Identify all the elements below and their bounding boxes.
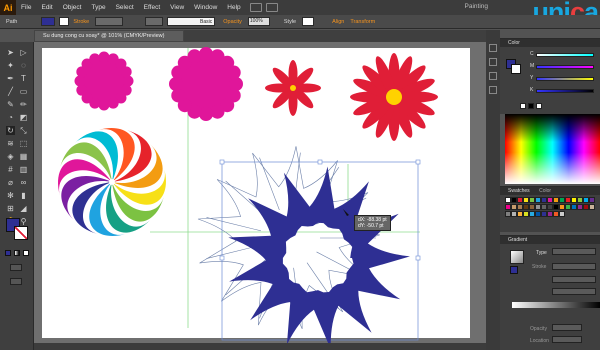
gradient-opacity-label: Opacity [530,326,547,332]
channel-y-slider[interactable] [536,77,594,81]
gradient-ratio-field[interactable] [552,288,596,295]
channel-y-label: Y [530,75,534,81]
channel-k-slider[interactable] [536,89,594,93]
illustrator-window: Ai File Edit Object Type Select Effect V… [0,0,600,350]
swatches-panel-tabs: Swatches Color [500,187,600,195]
none-swatch[interactable] [520,103,526,109]
panel-dock-icon-4[interactable] [489,86,497,94]
black-swatch[interactable] [528,103,534,109]
color-guide-tab[interactable]: Color [539,188,551,194]
swatch-grid[interactable] [505,197,600,231]
gradient-slider[interactable] [512,302,600,308]
gradient-location-label: Location [530,338,549,344]
transform-readout: dX: -88.38 pt dY: -50.7 pt [354,215,391,231]
status-bar [34,343,486,350]
color-spectrum[interactable] [505,114,600,184]
gradient-panel: Gradient Type Stroke Opacity Location [500,235,600,350]
gradient-stroke-field[interactable] [552,263,596,270]
swatch[interactable] [559,211,565,217]
swatches-tab[interactable]: Swatches [508,188,530,194]
channel-k-label: K [530,87,534,93]
channel-m-label: M [530,63,535,69]
panel-dock-icon-2[interactable] [489,58,497,66]
gradient-type-select[interactable] [552,248,596,255]
gradient-location-field[interactable] [552,336,582,343]
spiky-ring [228,166,410,350]
dy-readout: dY: -50.7 pt [358,223,384,229]
rainbow-spiral [58,128,166,236]
gradient-fill-box[interactable] [510,266,518,274]
white-swatch[interactable] [536,103,542,109]
color-stroke-box[interactable] [511,64,521,74]
gradient-angle-field[interactable] [552,276,596,283]
gradient-stroke-label: Stroke [532,264,547,270]
color-panel-tab[interactable]: Color [500,39,600,47]
scalloped-circle-large [169,47,243,121]
red-flower-large [350,53,438,141]
swatch[interactable] [589,197,595,203]
channel-c-label: C [530,51,534,57]
panel-dock-icon-1[interactable] [489,44,497,52]
channel-c-slider[interactable] [536,53,594,57]
red-flower-small [265,60,321,116]
channel-m-slider[interactable] [536,65,594,69]
gradient-opacity-field[interactable] [552,324,582,331]
gradient-panel-tab[interactable]: Gradient [500,236,600,244]
swatch[interactable] [589,204,595,210]
gradient-type-label: Type [536,250,547,256]
gradient-preview[interactable] [510,250,524,264]
panel-dock-icon-3[interactable] [489,72,497,80]
scalloped-circle-small [74,51,134,111]
vertical-scrollbar[interactable] [486,30,500,350]
color-panel: Color C M Y K [500,38,600,114]
